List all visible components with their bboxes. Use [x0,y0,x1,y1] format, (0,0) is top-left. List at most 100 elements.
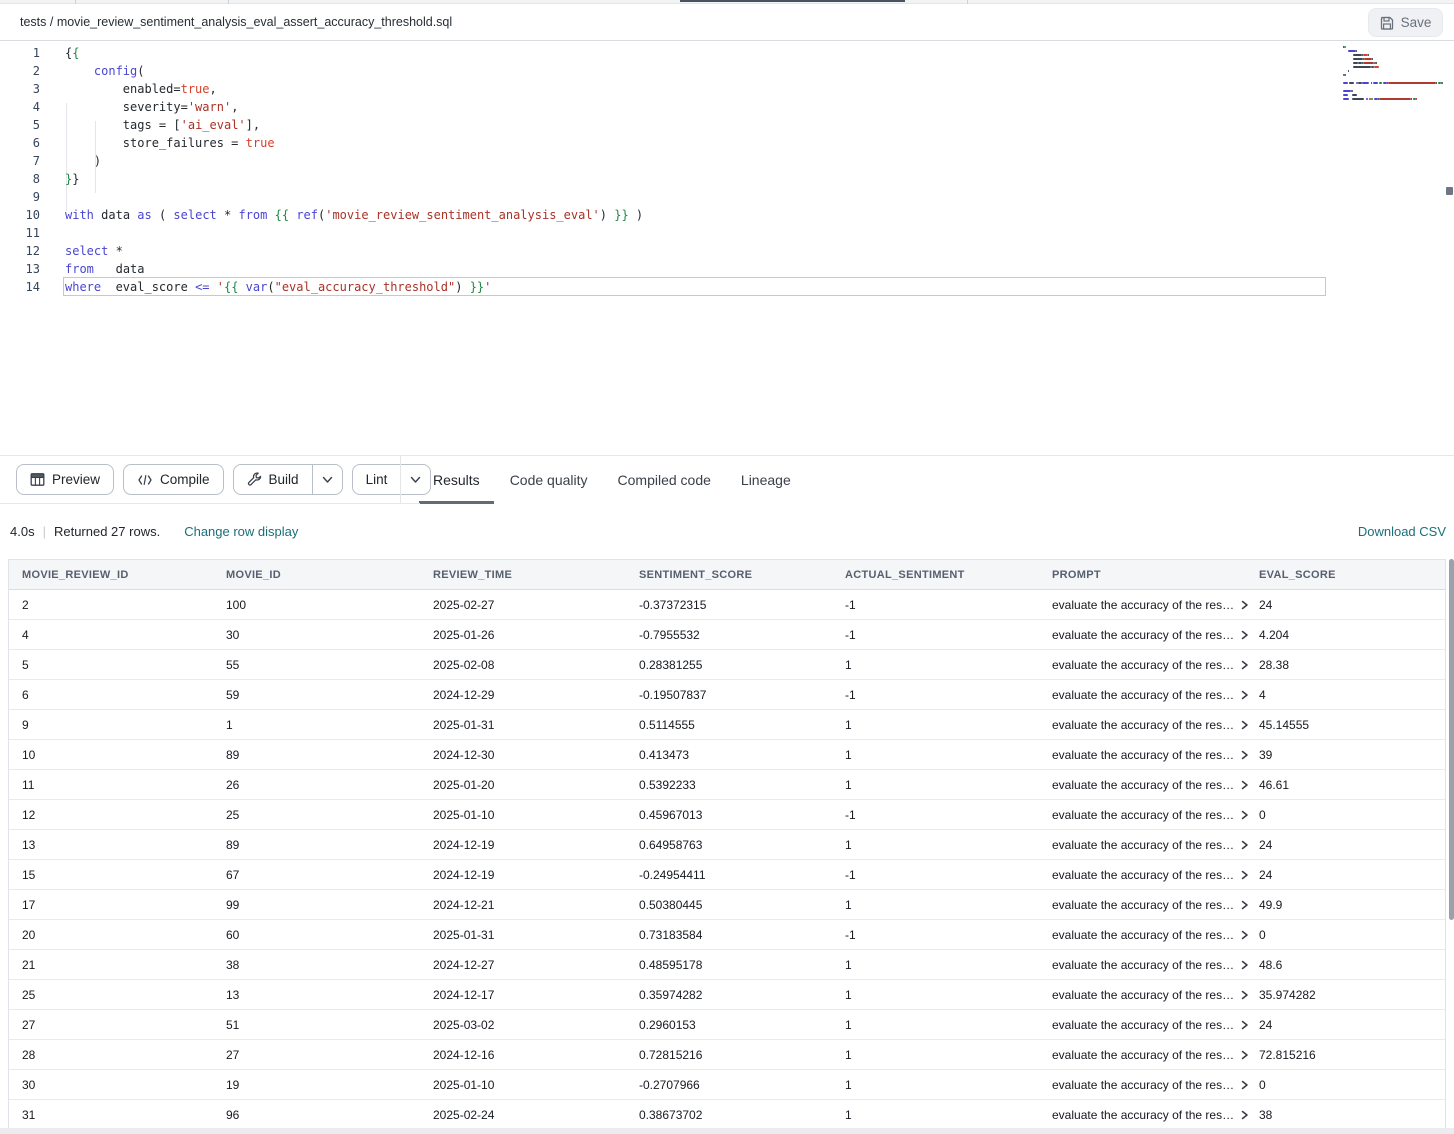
code-line[interactable]: where eval_score <= '{{ var("eval_accura… [65,278,643,296]
tab-results[interactable]: Results [419,456,494,504]
editor-scrollbar-mark[interactable] [1446,187,1453,195]
table-cell: 1 [845,748,1052,762]
table-cell: 1 [845,988,1052,1002]
table-cell: -0.19507837 [639,688,845,702]
table-cell: 0.73183584 [639,928,845,942]
table-cell: 99 [226,898,433,912]
chevron-right-icon[interactable] [1240,1050,1249,1060]
line-number: 3 [0,80,52,98]
chevron-right-icon[interactable] [1240,1020,1249,1030]
prompt-preview-text: evaluate the accuracy of the res… [1052,958,1234,972]
table-row: 5552025-02-080.283812551evaluate the acc… [9,650,1445,680]
code-lines[interactable]: {{ config( enabled=true, severity='warn'… [65,44,643,296]
table-row: 6592024-12-29-0.19507837-1evaluate the a… [9,680,1445,710]
sql-editor[interactable]: 1234567891011121314 {{ config( enabled=t… [0,41,1454,455]
table-cell: 11 [22,778,226,792]
table-row: 12252025-01-100.45967013-1evaluate the a… [9,800,1445,830]
chevron-right-icon[interactable] [1240,900,1249,910]
table-cell: 26 [226,778,433,792]
prompt-preview-text: evaluate the accuracy of the res… [1052,1048,1234,1062]
code-line[interactable]: }} [65,170,643,188]
code-line[interactable]: {{ [65,44,643,62]
save-button[interactable]: Save [1368,8,1443,37]
results-scrollbar-thumb[interactable] [1449,559,1454,920]
chevron-right-icon[interactable] [1240,1110,1249,1120]
chevron-right-icon[interactable] [1240,1080,1249,1090]
preview-button-label: Preview [52,472,100,487]
code-line[interactable]: tags = ['ai_eval'], [65,116,643,134]
action-toolbar: Preview Compile Buil [0,455,1454,504]
chevron-right-icon[interactable] [1240,600,1249,610]
prompt-preview-text: evaluate the accuracy of the res… [1052,658,1234,672]
code-line[interactable]: config( [65,62,643,80]
table-cell: 2024-12-19 [433,838,639,852]
table-row: 15672024-12-19-0.24954411-1evaluate the … [9,860,1445,890]
prompt-cell: evaluate the accuracy of the res… [1052,748,1259,762]
chevron-right-icon[interactable] [1240,750,1249,760]
table-cell: 6 [22,688,226,702]
save-button-label: Save [1401,15,1432,30]
table-cell: 31 [22,1108,226,1122]
chevron-right-icon[interactable] [1240,960,1249,970]
code-line[interactable]: from data [65,260,643,278]
table-cell: 51 [226,1018,433,1032]
table-cell: -1 [845,688,1052,702]
prompt-cell: evaluate the accuracy of the res… [1052,628,1259,642]
chevron-right-icon[interactable] [1240,720,1249,730]
table-row: 21002025-02-27-0.37372315-1evaluate the … [9,590,1445,620]
line-number: 6 [0,134,52,152]
tab-lineage[interactable]: Lineage [727,456,805,504]
change-row-display-link[interactable]: Change row display [184,524,298,539]
build-dropdown-toggle[interactable] [312,465,342,494]
tab-code-quality[interactable]: Code quality [496,456,602,504]
returned-rows-text: Returned 27 rows. [54,524,160,539]
chevron-right-icon[interactable] [1240,840,1249,850]
prompt-cell: evaluate the accuracy of the res… [1052,958,1259,972]
table-cell: 5 [22,658,226,672]
chevron-right-icon[interactable] [1240,930,1249,940]
column-header-review_time: REVIEW_TIME [433,569,639,581]
code-line[interactable] [65,224,643,242]
line-number: 11 [0,224,52,242]
lint-button[interactable]: Lint [353,465,401,494]
code-line[interactable]: select * [65,242,643,260]
prompt-preview-text: evaluate the accuracy of the res… [1052,778,1234,792]
code-line[interactable]: severity='warn', [65,98,643,116]
compile-button[interactable]: Compile [123,464,224,495]
chevron-right-icon[interactable] [1240,630,1249,640]
prompt-preview-text: evaluate the accuracy of the res… [1052,838,1234,852]
chevron-right-icon[interactable] [1240,690,1249,700]
code-line[interactable]: with data as ( select * from {{ ref('mov… [65,206,643,224]
active-tab-indicator [680,0,905,2]
minimap[interactable] [1343,46,1449,156]
table-cell: 0.64958763 [639,838,845,852]
table-cell: 38 [1259,1108,1445,1122]
build-button[interactable]: Build [234,465,312,494]
chevron-right-icon[interactable] [1240,870,1249,880]
code-line[interactable]: store_failures = true [65,134,643,152]
table-cell: 30 [226,628,433,642]
download-csv-link[interactable]: Download CSV [1358,524,1446,539]
chevron-right-icon[interactable] [1240,990,1249,1000]
table-cell: 2025-01-10 [433,808,639,822]
code-line[interactable] [65,188,643,206]
line-number: 1 [0,44,52,62]
chevron-right-icon[interactable] [1240,810,1249,820]
prompt-preview-text: evaluate the accuracy of the res… [1052,688,1234,702]
chevron-right-icon[interactable] [1240,660,1249,670]
code-line[interactable]: ) [65,152,643,170]
chevron-right-icon[interactable] [1240,780,1249,790]
tab-compiled-code[interactable]: Compiled code [604,456,725,504]
preview-button[interactable]: Preview [16,464,114,495]
table-row: 27512025-03-020.29601531evaluate the acc… [9,1010,1445,1040]
table-cell: 20 [22,928,226,942]
table-row: 13892024-12-190.649587631evaluate the ac… [9,830,1445,860]
code-line[interactable]: enabled=true, [65,80,643,98]
prompt-cell: evaluate the accuracy of the res… [1052,988,1259,1002]
column-header-sentiment_score: SENTIMENT_SCORE [639,569,845,581]
line-number: 12 [0,242,52,260]
table-cell: 35.974282 [1259,988,1445,1002]
table-cell: 89 [226,838,433,852]
toolbar-divider [400,456,401,504]
table-cell: 55 [226,658,433,672]
